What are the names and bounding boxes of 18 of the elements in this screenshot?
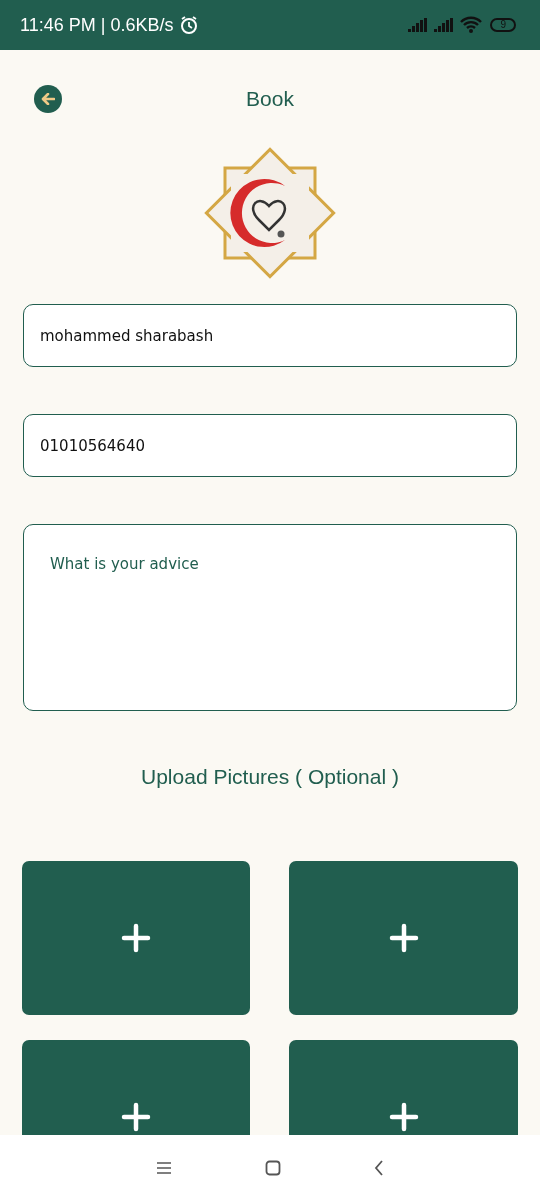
back-icon[interactable]	[373, 1159, 384, 1176]
name-field[interactable]: mohammed sharabash	[23, 304, 517, 367]
plus-icon	[388, 1102, 419, 1132]
left-arrow-icon	[41, 93, 55, 105]
wifi-icon	[460, 16, 483, 34]
home-icon[interactable]	[265, 1159, 281, 1176]
plus-icon	[121, 923, 151, 953]
back-button[interactable]	[34, 85, 62, 113]
upload-title: Upload Pictures ( Optional )	[140, 764, 400, 790]
plus-icon	[388, 923, 419, 953]
phone-field[interactable]: 01010564640	[23, 414, 517, 477]
page-title: Book	[246, 87, 294, 111]
advice-field[interactable]: What is your advice	[23, 524, 517, 711]
battery-indicator: 9	[490, 18, 516, 32]
status-time: 11:46 PM | 0.6KB/s	[20, 14, 174, 36]
alarm-icon	[179, 15, 200, 35]
plus-icon	[121, 1102, 151, 1132]
menu-icon[interactable]	[156, 1160, 173, 1175]
